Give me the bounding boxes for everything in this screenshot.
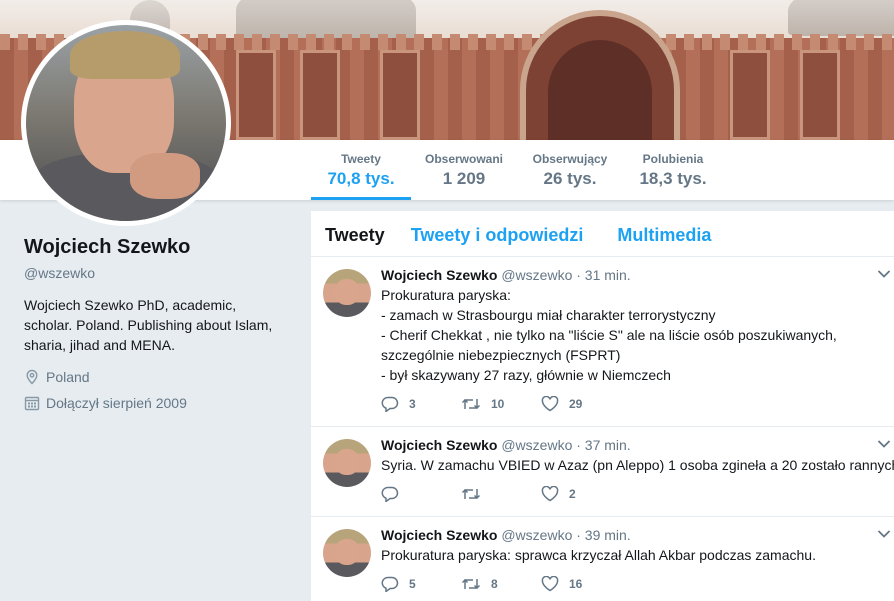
retweet-icon: [461, 578, 481, 590]
reply-button[interactable]: 3: [381, 396, 461, 412]
retweet-button[interactable]: 10: [461, 396, 541, 412]
stat-value: 70,8 tys.: [327, 169, 395, 188]
retweet-icon: [461, 488, 481, 500]
like-count: 16: [569, 577, 583, 591]
timeline-tabs: Tweety Tweety i odpowiedzi Multimedia: [311, 211, 894, 257]
joined-text: Dołączył sierpień 2009: [46, 395, 187, 411]
tweet-avatar[interactable]: [323, 529, 371, 577]
stat-value: 26 tys.: [543, 169, 597, 188]
reply-icon: [381, 396, 399, 412]
retweet-count: 8: [491, 577, 498, 591]
profile-name[interactable]: Wojciech Szewko: [24, 236, 294, 259]
profile-avatar[interactable]: [21, 20, 231, 226]
tweet-text: Prokuratura paryska: - zamach w Strasbou…: [381, 287, 837, 383]
retweet-button[interactable]: [461, 486, 541, 502]
chevron-down-icon[interactable]: [877, 439, 891, 449]
tweet-actions: 2: [381, 477, 894, 511]
tweet-handle-time[interactable]: @wszewko · 31 min.: [501, 267, 630, 283]
tweet[interactable]: Wojciech Szewko @wszewko · 39 min. Proku…: [311, 517, 894, 601]
heart-icon: [541, 486, 559, 502]
like-button[interactable]: 29: [541, 396, 621, 412]
tweet-handle-time[interactable]: @wszewko · 37 min.: [501, 437, 630, 453]
stat-followers[interactable]: Obserwujący 26 tys.: [526, 140, 614, 200]
stat-label: Tweety: [341, 152, 381, 166]
retweet-button[interactable]: 8: [461, 576, 541, 592]
retweet-count: 10: [491, 397, 505, 411]
stat-value: 1 209: [442, 169, 486, 188]
profile-joined: Dołączył sierpień 2009: [24, 395, 294, 411]
tab-media[interactable]: Multimedia: [617, 211, 711, 256]
chevron-down-icon[interactable]: [877, 529, 891, 539]
stat-label: Obserwujący: [532, 152, 608, 166]
reply-icon: [381, 486, 399, 502]
tweet-author-name[interactable]: Wojciech Szewko: [381, 527, 497, 543]
stat-tweets[interactable]: Tweety 70,8 tys.: [311, 140, 411, 200]
location-pin-icon: [26, 369, 38, 385]
like-button[interactable]: 2: [541, 486, 621, 502]
stat-value: 18,3 tys.: [639, 169, 707, 188]
reply-count: 3: [409, 397, 416, 411]
like-button[interactable]: 16: [541, 576, 621, 592]
calendar-icon: [24, 396, 40, 411]
reply-count: 5: [409, 577, 416, 591]
tweet-handle-time[interactable]: @wszewko · 39 min.: [501, 527, 630, 543]
chevron-down-icon[interactable]: [877, 269, 891, 279]
profile-bio: Wojciech Szewko PhD, academic, scholar. …: [24, 297, 273, 353]
profile-location: Poland: [24, 369, 294, 385]
like-count: 2: [569, 487, 576, 501]
tweet-actions: 5 8 16: [381, 567, 894, 601]
tweet-author-name[interactable]: Wojciech Szewko: [381, 437, 497, 453]
profile-handle[interactable]: @wszewko: [24, 265, 294, 281]
tweet[interactable]: Wojciech Szewko @wszewko · 31 min. Proku…: [311, 257, 894, 427]
location-text: Poland: [46, 369, 90, 385]
profile-card: Wojciech Szewko @wszewko Wojciech Szewko…: [24, 236, 294, 411]
tweet-text: Prokuratura paryska: sprawca krzyczał Al…: [381, 547, 816, 563]
tweet-avatar[interactable]: [323, 439, 371, 487]
stat-label: Polubienia: [642, 152, 704, 166]
tweet[interactable]: Wojciech Szewko @wszewko · 37 min. Syria…: [311, 427, 894, 517]
tweet-text: Syria. W zamachu VBIED w Azaz (pn Aleppo…: [381, 457, 894, 473]
tweet-author-name[interactable]: Wojciech Szewko: [381, 267, 497, 283]
reply-icon: [381, 576, 399, 592]
retweet-icon: [461, 398, 481, 410]
stat-label: Obserwowani: [424, 152, 504, 166]
stat-following[interactable]: Obserwowani 1 209: [420, 140, 508, 200]
heart-icon: [541, 576, 559, 592]
timeline: Tweety Tweety i odpowiedzi Multimedia Wo…: [311, 211, 894, 601]
reply-button[interactable]: [381, 486, 461, 502]
heart-icon: [541, 396, 559, 412]
reply-button[interactable]: 5: [381, 576, 461, 592]
like-count: 29: [569, 397, 583, 411]
tweet-avatar[interactable]: [323, 269, 371, 317]
tab-tweets[interactable]: Tweety: [325, 211, 385, 256]
tweet-actions: 3 10 29: [381, 387, 894, 421]
stat-likes[interactable]: Polubienia 18,3 tys.: [630, 140, 716, 200]
tab-tweets-and-replies[interactable]: Tweety i odpowiedzi: [411, 211, 584, 256]
